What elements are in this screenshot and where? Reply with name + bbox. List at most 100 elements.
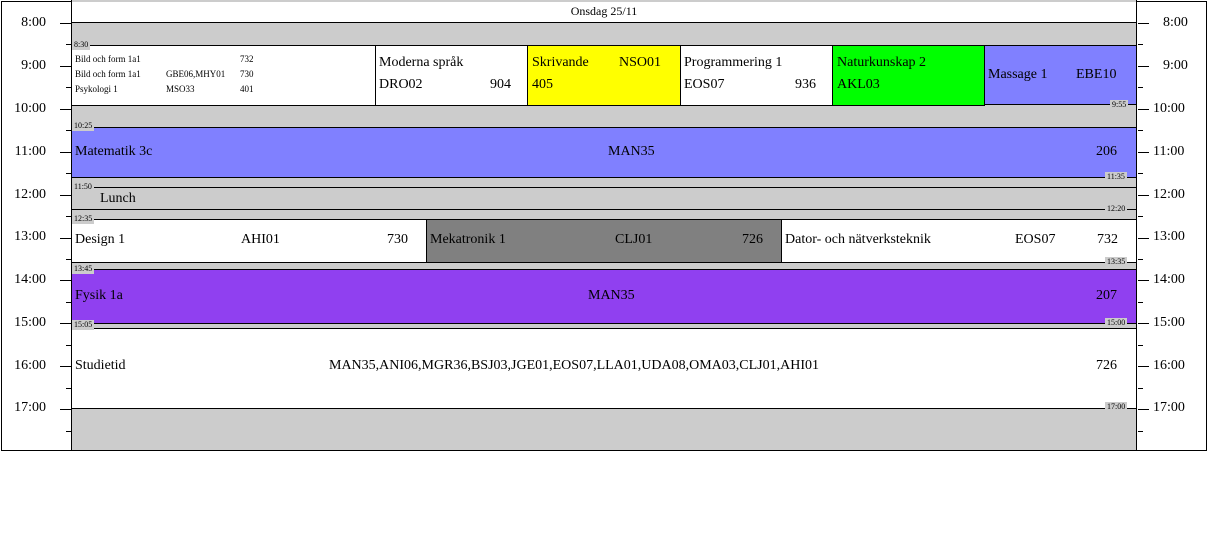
hour-tick [1138, 409, 1149, 410]
event-course: Psykologi 1 [75, 84, 118, 94]
hour-label: 16:00 [1153, 358, 1185, 373]
hour-label: 13:00 [14, 229, 46, 244]
hour-label: 9:00 [21, 58, 46, 73]
half-hour-tick [1138, 44, 1143, 45]
hour-label: 12:00 [1153, 187, 1185, 202]
hour-tick [1138, 66, 1149, 67]
hour-label: 8:00 [21, 15, 46, 30]
hour-tick [60, 238, 71, 239]
hour-label: 10:00 [14, 101, 46, 116]
event-programmering[interactable]: Programmering 1 EOS07 936 [680, 45, 833, 106]
start-time: 11:50 [72, 182, 94, 192]
event-teacher: EOS07 [684, 77, 725, 92]
half-hour-tick [1138, 388, 1143, 389]
event-teacher: MAN35,ANI06,MGR36,BSJ03,JGE01,EOS07,LLA0… [329, 358, 820, 373]
hour-tick [60, 195, 71, 196]
event-massage[interactable]: Massage 1 EBE10 [984, 45, 1137, 105]
event-teacher: AKL03 [837, 77, 880, 92]
event-teacher: CLJ01 [615, 232, 653, 247]
end-time: 11:35 [1105, 172, 1127, 182]
hour-label: 12:00 [14, 187, 46, 202]
event-teacher: MAN35 [588, 288, 635, 303]
hour-tick [1138, 238, 1149, 239]
event-lunch[interactable]: Lunch [71, 187, 1137, 210]
event-fysik[interactable]: Fysik 1a MAN35 207 [71, 269, 1137, 324]
event-room: 730 [387, 232, 408, 247]
start-time: 8:30 [72, 40, 91, 50]
hour-tick [60, 109, 71, 110]
event-moderna-sprak[interactable]: Moderna språk DRO02 904 [375, 45, 528, 106]
event-course: Naturkunskap 2 [837, 55, 927, 70]
event-teacher: EOS07 [1015, 232, 1056, 247]
start-time: 15:05 [72, 320, 95, 330]
event-design[interactable]: Design 1 AHI01 730 [71, 219, 427, 263]
start-time: 13:45 [72, 264, 95, 274]
start-time: 12:35 [72, 214, 95, 224]
event-course: Fysik 1a [75, 288, 123, 303]
start-time: 10:25 [72, 121, 95, 131]
half-hour-tick [1138, 87, 1143, 88]
event-course: Bild och form 1a1 [75, 54, 141, 64]
end-time: 13:35 [1105, 257, 1128, 267]
hour-tick [60, 323, 71, 324]
event-room: 726 [1096, 358, 1117, 373]
event-room: 730 [240, 69, 254, 79]
hour-label: 11:00 [1153, 144, 1185, 159]
hour-label: 16:00 [14, 358, 46, 373]
half-hour-tick [1138, 259, 1143, 260]
hour-label: 17:00 [1153, 400, 1185, 415]
half-hour-tick [1138, 302, 1143, 303]
event-course: Dator- och nätverksteknik [785, 232, 931, 247]
event-teacher: MSO33 [166, 84, 195, 94]
event-naturkunskap[interactable]: Naturkunskap 2 AKL03 [832, 45, 985, 106]
half-hour-tick [1138, 345, 1143, 346]
half-hour-tick [1138, 431, 1143, 432]
hour-tick [60, 152, 71, 153]
hour-tick [60, 409, 71, 410]
hour-tick [60, 23, 71, 24]
event-room: 726 [742, 232, 763, 247]
half-hour-tick [1138, 173, 1143, 174]
event-room: 936 [795, 77, 816, 92]
event-teacher: GBE06,MHY01 [166, 69, 226, 79]
hour-label: 10:00 [1153, 101, 1185, 116]
hour-label: 14:00 [1153, 272, 1185, 287]
event-course: Massage 1 [988, 67, 1048, 82]
event-teacher: MAN35 [608, 144, 655, 159]
event-teacher: AHI01 [241, 232, 280, 247]
event-matematik[interactable]: Matematik 3c MAN35 206 [71, 127, 1137, 178]
event-skrivande[interactable]: Skrivande NSO01 405 [527, 45, 681, 106]
hour-tick [60, 66, 71, 67]
event-course: Matematik 3c [75, 144, 153, 159]
end-time: 12:20 [1105, 204, 1128, 214]
half-hour-tick [1138, 216, 1143, 217]
hour-label: 8:00 [1163, 15, 1188, 30]
hour-tick [1138, 152, 1149, 153]
end-time: 17:00 [1105, 402, 1128, 412]
half-hour-tick [1138, 130, 1143, 131]
hour-tick [1138, 109, 1149, 110]
hour-tick [1138, 280, 1149, 281]
event-morning-mixed[interactable]: Bild och form 1a1 732 Bild och form 1a1 … [71, 45, 376, 106]
end-time: 9:55 [1110, 100, 1129, 110]
event-course: Programmering 1 [684, 55, 783, 70]
event-room: 206 [1096, 144, 1117, 159]
event-mekatronik[interactable]: Mekatronik 1 CLJ01 726 [426, 219, 782, 263]
event-teacher: DRO02 [379, 77, 423, 92]
event-course: Moderna språk [379, 55, 464, 70]
hour-label: 9:00 [1163, 58, 1188, 73]
event-teacher: NSO01 [619, 55, 662, 70]
hour-label: 17:00 [14, 400, 46, 415]
event-room: 405 [532, 77, 553, 92]
hour-label: 15:00 [14, 315, 46, 330]
event-course: Mekatronik 1 [430, 232, 506, 247]
hour-label: 14:00 [14, 272, 46, 287]
hour-tick [60, 366, 71, 367]
event-teacher: EBE10 [1076, 67, 1117, 82]
event-studietid[interactable]: Studietid MAN35,ANI06,MGR36,BSJ03,JGE01,… [71, 328, 1137, 409]
end-time: 15:00 [1105, 318, 1128, 328]
hour-label: 15:00 [1153, 315, 1185, 330]
event-course: Design 1 [75, 232, 126, 247]
event-dator[interactable]: Dator- och nätverksteknik EOS07 732 [781, 219, 1137, 263]
hour-tick [1138, 366, 1149, 367]
